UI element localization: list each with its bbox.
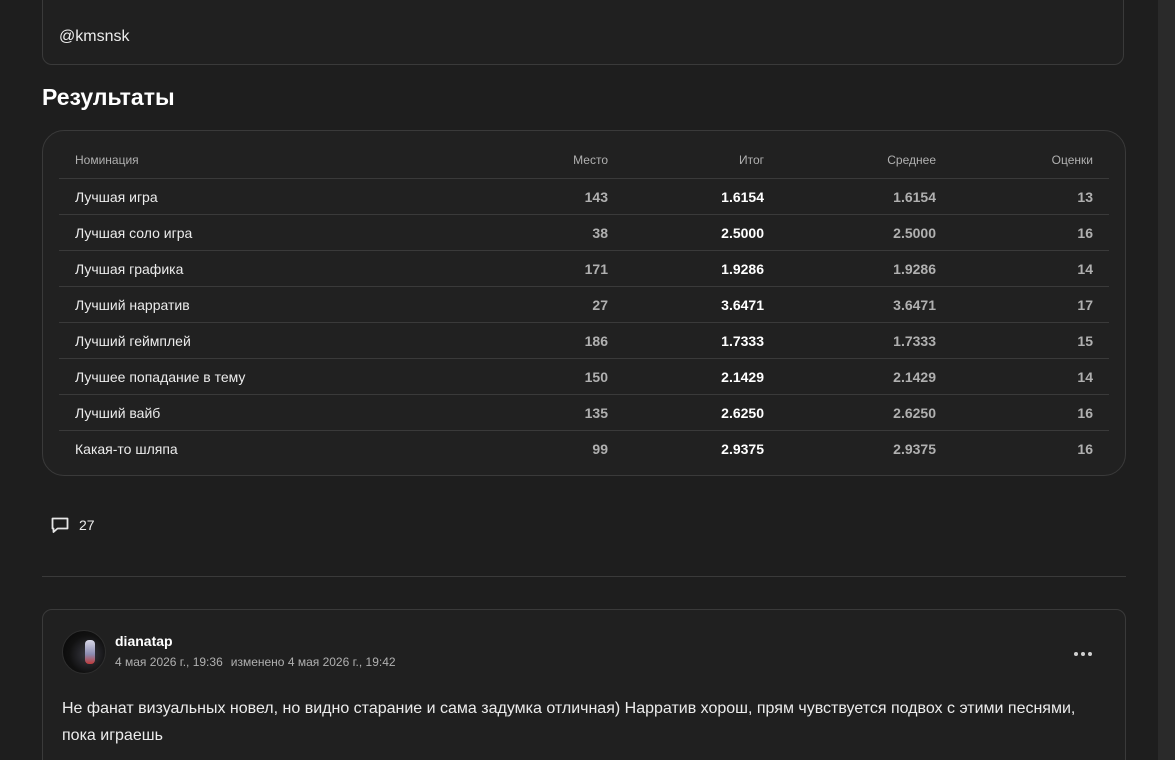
average-cell: 2.9375 [893, 440, 936, 457]
place-cell: 38 [452, 214, 624, 251]
total-cell: 1.6154 [624, 178, 780, 215]
place-cell: 27 [452, 286, 624, 323]
total-cell: 1.9286 [624, 250, 780, 287]
comment-bubble-icon [51, 517, 69, 533]
votes-cell: 15 [952, 322, 1109, 359]
table-row: Лучшая игра 143 1.6154 1.6154 13 [59, 178, 1109, 215]
place-cell: 99 [592, 440, 608, 457]
total-cell: 2.9375 [721, 440, 764, 457]
author-handle[interactable]: @kmsnsk [59, 28, 129, 46]
total-cell: 2.1429 [624, 358, 780, 395]
table-row: Лучший нарратив 27 3.6471 3.6471 17 [59, 286, 1109, 323]
more-dots-icon [1074, 652, 1092, 656]
comment-card: dianatap 4 мая 2026 г., 19:36 изменено 4 … [42, 609, 1126, 760]
average-cell: 1.6154 [780, 178, 952, 215]
comment-timestamp: 4 мая 2026 г., 19:36 [115, 655, 223, 669]
table-row: Лучший геймплей 186 1.7333 1.7333 15 [59, 322, 1109, 359]
table-row: Лучшее попадание в тему 150 2.1429 2.142… [59, 358, 1109, 395]
table-row: Какая-то шляпа 99 2.9375 2.9375 16 [59, 431, 1109, 467]
table-row: Лучшая соло игра 38 2.5000 2.5000 16 [59, 214, 1109, 251]
nomination-cell: Лучшая графика [59, 250, 452, 287]
nomination-cell: Лучший вайб [59, 394, 452, 431]
average-cell: 1.7333 [780, 322, 952, 359]
results-card: Номинация Место Итог Среднее Оценки Лучш… [42, 130, 1126, 476]
votes-cell: 16 [1077, 440, 1093, 457]
place-cell: 135 [452, 394, 624, 431]
comment-edited-timestamp: изменено 4 мая 2026 г., 19:42 [230, 655, 396, 669]
results-title: Результаты [42, 84, 175, 110]
section-divider [42, 576, 1126, 577]
average-cell: 2.1429 [780, 358, 952, 395]
total-cell: 1.7333 [624, 322, 780, 359]
place-cell: 150 [452, 358, 624, 395]
average-cell: 2.5000 [780, 214, 952, 251]
column-header-total: Итог [624, 141, 780, 179]
game-info-card: @kmsnsk [42, 0, 1124, 65]
average-cell: 3.6471 [780, 286, 952, 323]
comment-text: Не фанат визуальных новел, но видно стар… [62, 700, 1076, 744]
table-row: Лучшая графика 171 1.9286 1.9286 14 [59, 250, 1109, 287]
votes-cell: 16 [952, 394, 1109, 431]
nomination-cell: Какая-то шляпа [75, 440, 178, 457]
comments-button[interactable]: 27 [50, 512, 95, 538]
results-table: Номинация Место Итог Среднее Оценки Лучш… [59, 141, 1109, 466]
place-cell: 171 [452, 250, 624, 287]
total-cell: 2.5000 [624, 214, 780, 251]
votes-cell: 17 [952, 286, 1109, 323]
nomination-cell: Лучшая игра [59, 178, 452, 215]
votes-cell: 14 [952, 358, 1109, 395]
comments-count: 27 [79, 517, 95, 533]
average-cell: 1.9286 [780, 250, 952, 287]
nomination-cell: Лучшее попадание в тему [59, 358, 452, 395]
table-row: Лучший вайб 135 2.6250 2.6250 16 [59, 394, 1109, 431]
total-cell: 2.6250 [624, 394, 780, 431]
avatar[interactable] [62, 630, 106, 674]
table-header-row: Номинация Место Итог Среднее Оценки [59, 141, 1109, 179]
comment-author[interactable]: dianatap [115, 633, 173, 649]
place-cell: 186 [452, 322, 624, 359]
average-cell: 2.6250 [780, 394, 952, 431]
more-options-button[interactable] [1071, 646, 1095, 662]
votes-cell: 16 [952, 214, 1109, 251]
column-header-votes: Оценки [952, 141, 1109, 179]
place-cell: 143 [452, 178, 624, 215]
column-header-nomination: Номинация [59, 141, 452, 179]
nomination-cell: Лучшая соло игра [59, 214, 452, 251]
votes-cell: 13 [952, 178, 1109, 215]
votes-cell: 14 [952, 250, 1109, 287]
nomination-cell: Лучший нарратив [59, 286, 452, 323]
column-header-place: Место [452, 141, 624, 179]
column-header-average: Среднее [780, 141, 952, 179]
comment-meta: 4 мая 2026 г., 19:36 изменено 4 мая 2026 … [115, 655, 396, 669]
page: @kmsnsk Результаты Номинация Место Итог … [0, 0, 1175, 760]
nomination-cell: Лучший геймплей [59, 322, 452, 359]
total-cell: 3.6471 [624, 286, 780, 323]
scrollbar[interactable] [1158, 0, 1175, 760]
